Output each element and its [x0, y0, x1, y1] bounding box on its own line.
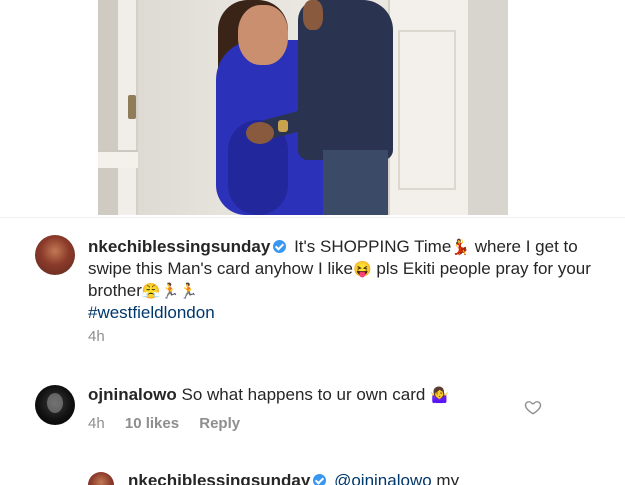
man-jeans	[323, 150, 388, 215]
watch	[278, 120, 288, 132]
mention-link[interactable]: @ojninalowo	[334, 471, 432, 485]
avatar[interactable]	[88, 472, 114, 485]
likes-count[interactable]: 10 likes	[125, 415, 179, 432]
wall	[468, 0, 508, 215]
post-image[interactable]	[98, 0, 508, 215]
caption-text-1: It's SHOPPING Time	[294, 237, 452, 256]
username[interactable]: ojninalowo	[88, 385, 177, 404]
comment: ojninalowo So what happens to ur own car…	[88, 384, 508, 406]
hashtag-link[interactable]: #westfieldlondon	[88, 303, 215, 322]
shrug-emoji: 🤷‍♀️	[430, 387, 449, 404]
comment-time: 4h	[88, 328, 105, 345]
emoji-group: 😤🏃🏃	[141, 283, 198, 300]
caption-comment: nkechiblessingsunday It's SHOPPING Time💃…	[88, 236, 608, 323]
hand	[246, 122, 274, 144]
reply-text: my	[436, 471, 460, 485]
username[interactable]: nkechiblessingsunday	[88, 237, 270, 256]
man-face	[303, 0, 323, 30]
heart-icon[interactable]	[524, 398, 542, 416]
avatar[interactable]	[35, 385, 75, 425]
comment-text: So what happens to ur own card	[181, 385, 426, 404]
dancer-emoji: 💃	[451, 239, 470, 256]
comment-meta: 4h 10 likes Reply	[88, 415, 256, 432]
comment-time: 4h	[88, 415, 105, 432]
verified-badge-icon	[313, 474, 327, 485]
reply-button[interactable]: Reply	[199, 415, 240, 432]
woman-face	[238, 5, 288, 65]
door-handle	[128, 95, 136, 119]
username[interactable]: nkechiblessingsunday	[128, 471, 310, 485]
door-panel	[398, 30, 456, 190]
reply-comment: nkechiblessingsunday @ojninalowo my	[128, 470, 608, 485]
tongue-emoji: 😝	[352, 261, 372, 278]
avatar[interactable]	[35, 235, 75, 275]
divider	[0, 217, 625, 218]
avatar-figure	[47, 393, 63, 413]
baseboard	[98, 150, 138, 168]
verified-badge-icon	[273, 240, 287, 253]
